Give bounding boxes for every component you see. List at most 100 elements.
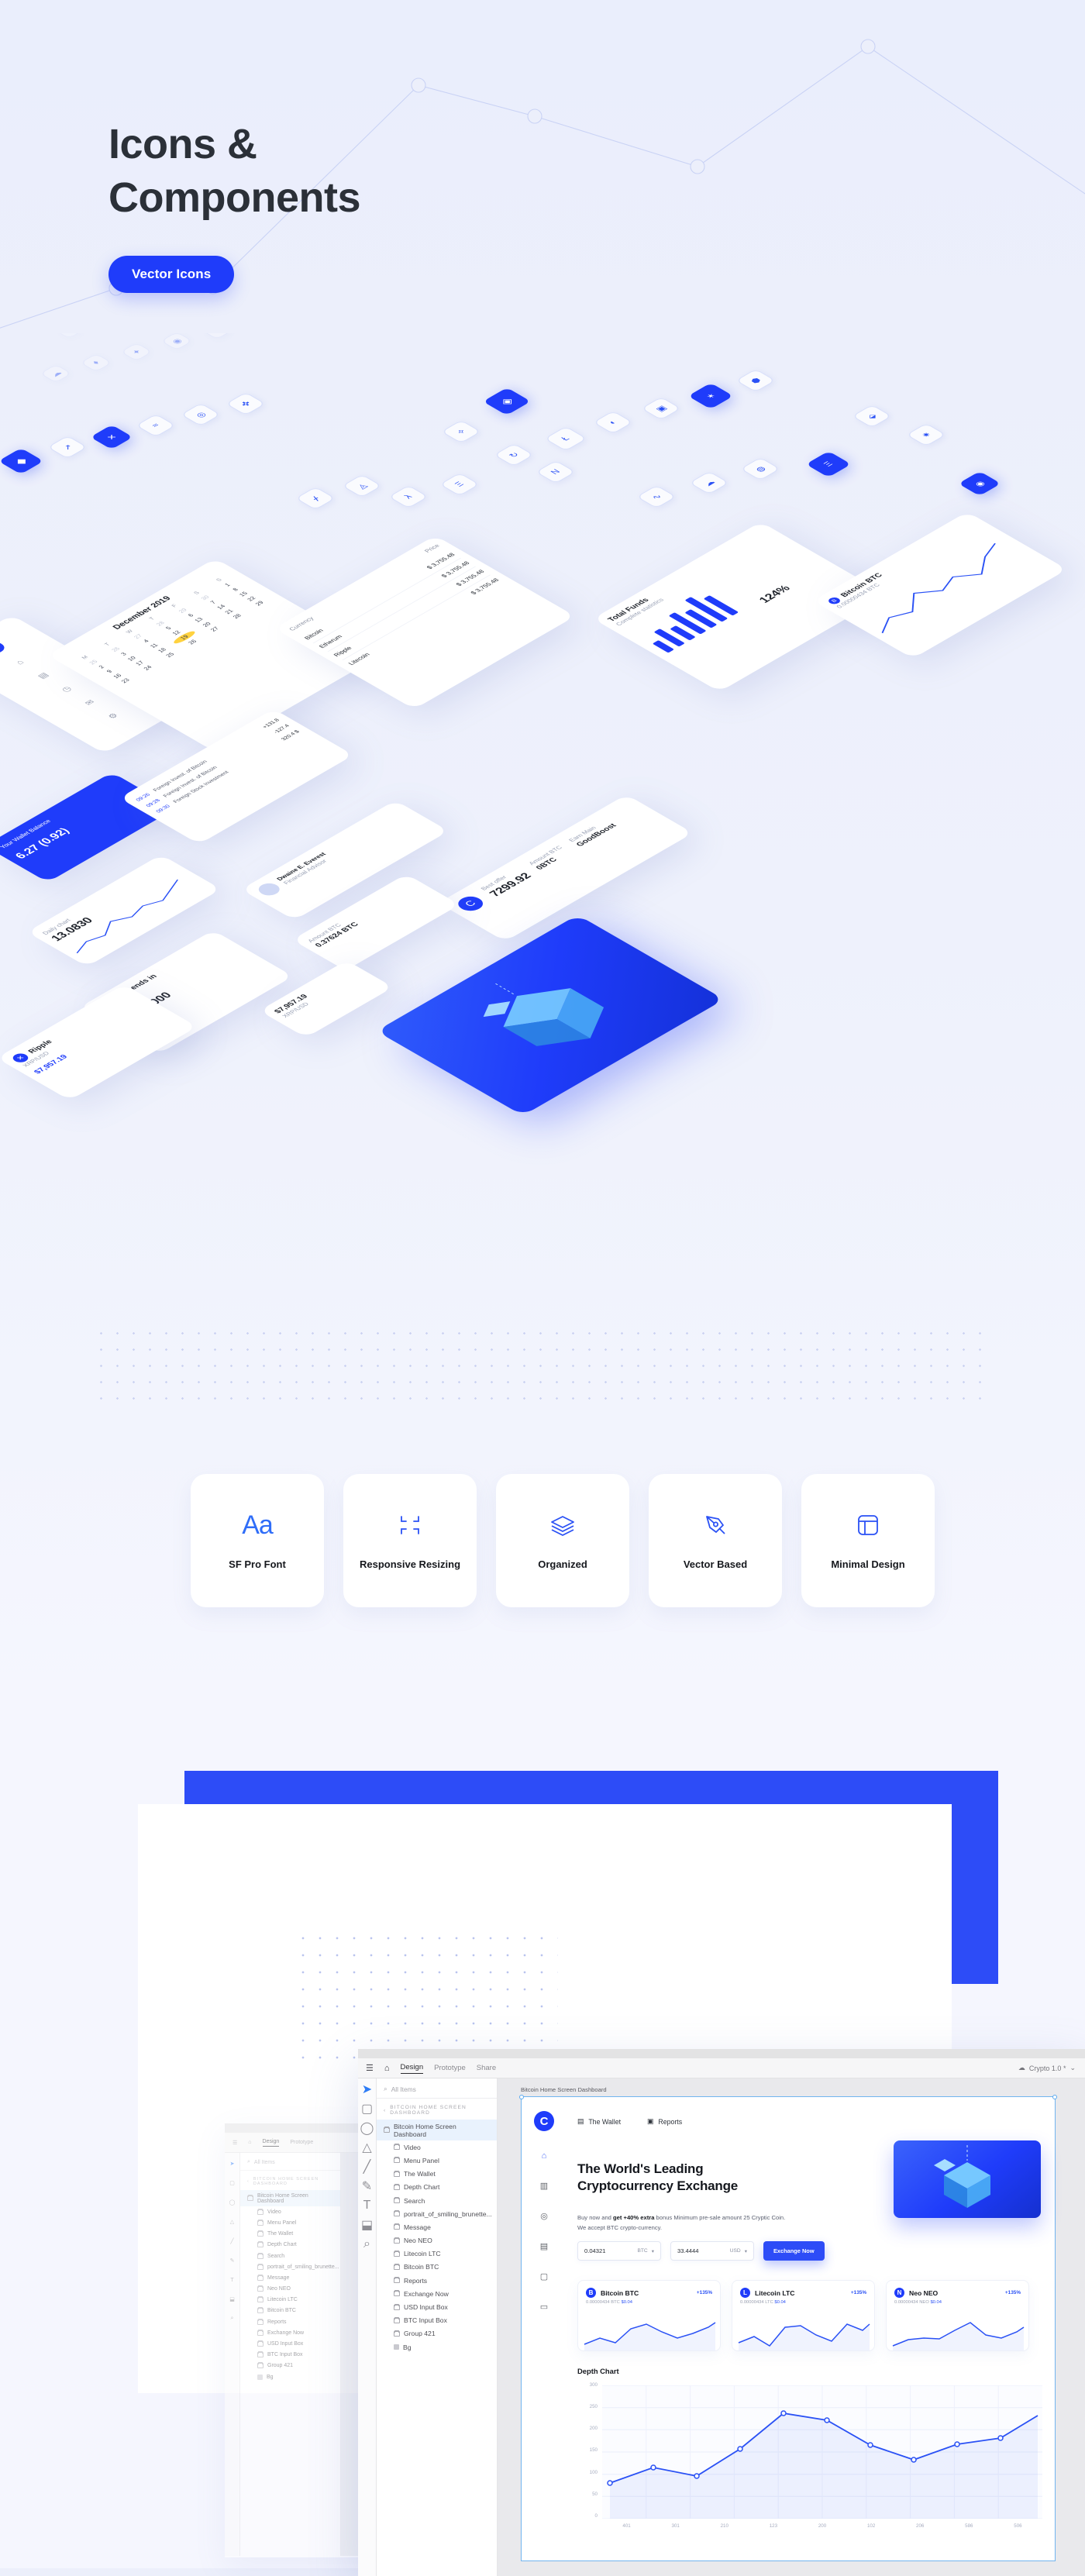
artboard-icon[interactable]: ⬓ [361,2219,373,2232]
nav-item-reports[interactable]: ▣ Reports [647,2117,682,2126]
layer-search-row[interactable]: ⌕ All Items [377,2078,497,2099]
artboard[interactable]: C ⌂ ▥ ◎ ▤ ▢ ▭ ▤ The Wallet ▣ Reports The… [519,2095,1057,2561]
rectangle-icon[interactable]: ▢ [361,2102,373,2116]
coin-card-neo[interactable]: N Neo NEO +135% 0.00000434 NEO $0.04 [886,2280,1029,2351]
layer-item[interactable]: USD Input Box [267,2341,303,2347]
chevron-left-icon[interactable]: ‹ [247,2179,250,2184]
exchange-now-button[interactable]: Exchange Now [763,2241,825,2261]
layer-row[interactable]: Search [377,2194,497,2207]
layer-row[interactable]: Exchange Now [377,2287,497,2300]
compass-icon[interactable]: ◎ [540,2211,548,2221]
layer-row[interactable]: The Wallet [377,2168,497,2181]
rectangle-icon[interactable]: ▢ [228,2178,237,2188]
pen-tool-icon[interactable]: ✎ [228,2256,237,2265]
layers-breadcrumb-row: ‹ BITCOIN HOME SCREEN DASHBOARD [377,2099,497,2120]
layer-item[interactable]: Reports [267,2319,287,2325]
layer-row[interactable]: Reports [377,2274,497,2287]
text-icon[interactable]: T [228,2275,237,2285]
layer-item[interactable]: Exchange Now [267,2330,304,2336]
document-icon[interactable]: ▢ [540,2271,548,2282]
layer-row[interactable]: Message [377,2220,497,2233]
tab-prototype[interactable]: Prototype [434,2064,466,2072]
coin-card-litecoin[interactable]: L Litecoin LTC +135% 0.00000434 LTC $0.0… [732,2280,875,2351]
artboard-label[interactable]: Bitcoin Home Screen Dashboard [521,2086,607,2093]
text-icon[interactable]: T [363,2199,372,2212]
monitor-icon[interactable]: ▭ [540,2302,548,2312]
ellipse-icon[interactable]: ◯ [228,2198,237,2207]
artboard-icon[interactable]: ⬓ [228,2295,237,2304]
layer-item[interactable]: Video [267,2209,281,2215]
layer-root[interactable]: Bitcoin Home Screen Dashboard [257,2193,333,2204]
x-tick: 586 [965,2523,973,2529]
tab-design[interactable]: Design [262,2139,280,2147]
layer-row[interactable]: portrait_of_smiling_brunette... [377,2207,497,2220]
nav-item-wallet[interactable]: ▤ The Wallet [577,2117,621,2126]
resize-handle-tr[interactable] [1052,2095,1057,2099]
cursor-icon[interactable]: ➤ [228,2159,237,2168]
artboard-side-rail: C ⌂ ▥ ◎ ▤ ▢ ▭ [522,2097,567,2561]
layer-search-input[interactable]: All Items [254,2160,275,2165]
tool-rail: ➤ ▢ ◯ △ ╱ ✎ T ⬓ ⌕ [358,2078,377,2576]
layer-item[interactable]: Bitcoin BTC [267,2308,296,2313]
layer-item[interactable]: Message [267,2275,289,2281]
ellipse-icon[interactable]: ◯ [360,2122,374,2135]
chevron-down-icon[interactable]: ▾ [745,2248,747,2254]
layer-item[interactable]: Search [267,2254,284,2259]
layer-item[interactable]: Depth Chart [267,2242,297,2247]
layer-item[interactable]: The Wallet [267,2231,293,2237]
home-icon[interactable]: ⌂ [248,2140,251,2145]
layer-item[interactable]: Litecoin LTC [267,2297,298,2302]
zoom-icon[interactable]: ⌕ [363,2237,372,2251]
wallet-balance-value: 6.27 (0.92) [12,826,73,861]
home-icon[interactable]: ⌂ [384,2064,390,2073]
chart-icon[interactable]: ▥ [540,2181,548,2191]
canvas-area[interactable]: Bitcoin Home Screen Dashboard C ⌂ ▥ ◎ ▤ … [498,2078,1085,2576]
vector-icons-badge[interactable]: Vector Icons [108,256,235,293]
zoom-icon[interactable]: ⌕ [228,2314,237,2323]
layer-item[interactable]: portrait_of_smiling_brunette... [267,2264,339,2270]
triangle-icon[interactable]: △ [362,2141,371,2154]
home-icon[interactable]: ⌂ [542,2151,547,2161]
layer-search-input[interactable]: All Items [391,2085,416,2093]
layer-row[interactable]: Depth Chart [377,2181,497,2194]
line-icon[interactable]: ╱ [228,2237,237,2246]
btc-input-box[interactable]: 0.04321 BTC ▾ [577,2241,661,2261]
minimize-icon [398,1510,422,1541]
layer-row[interactable]: Menu Panel [377,2154,497,2167]
type-icon: Aa [242,1510,274,1541]
coin-card-bitcoin[interactable]: B Bitcoin BTC +135% 0.00000434 BTC $0.04 [577,2280,721,2351]
tab-prototype[interactable]: Prototype [290,2140,313,2145]
tab-share[interactable]: Share [477,2064,496,2072]
layer-item[interactable]: BTC Input Box [267,2352,303,2357]
artboard-headline: The World's Leading Cryptocurrency Excha… [577,2161,738,2195]
chevron-down-icon[interactable]: ⌄ [1070,2064,1076,2072]
hamburger-icon[interactable]: ☰ [366,2063,374,2073]
triangle-icon[interactable]: △ [228,2217,237,2226]
wallet-icon[interactable]: ▤ [540,2241,548,2251]
layer-item[interactable]: Menu Panel [267,2220,296,2226]
layer-row[interactable]: USD Input Box [377,2300,497,2313]
pen-tool-icon[interactable]: ✎ [362,2180,372,2193]
usd-input-box[interactable]: 33.4444 USD ▾ [670,2241,754,2261]
chevron-left-icon[interactable]: ‹ [384,2108,386,2113]
folder-icon [394,2197,400,2204]
layer-row[interactable]: Neo NEO [377,2234,497,2247]
line-icon[interactable]: ╱ [363,2161,372,2174]
chevron-down-icon[interactable]: ▾ [652,2248,654,2254]
cursor-icon[interactable]: ➤ [362,2083,372,2096]
layer-item[interactable]: Neo NEO [267,2286,291,2292]
layer-row[interactable]: Video [377,2140,497,2154]
layer-row[interactable]: Bitcoin BTC [377,2261,497,2274]
layer-row[interactable]: Group 421 [377,2327,497,2340]
folder-icon [394,2157,400,2164]
layer-row[interactable]: Litecoin LTC [377,2247,497,2261]
tab-design[interactable]: Design [400,2063,424,2074]
layer-item[interactable]: Group 421 [267,2363,293,2368]
layer-item[interactable]: Bg [267,2375,274,2380]
layer-row[interactable]: BTC Input Box [377,2314,497,2327]
folder-icon [394,2330,400,2337]
layer-row-root[interactable]: Bitcoin Home Screen Dashboard [377,2120,497,2141]
document-name[interactable]: Crypto 1.0 * [1029,2065,1066,2072]
hamburger-icon[interactable]: ☰ [232,2140,237,2146]
layer-row[interactable]: Bg [377,2340,497,2354]
